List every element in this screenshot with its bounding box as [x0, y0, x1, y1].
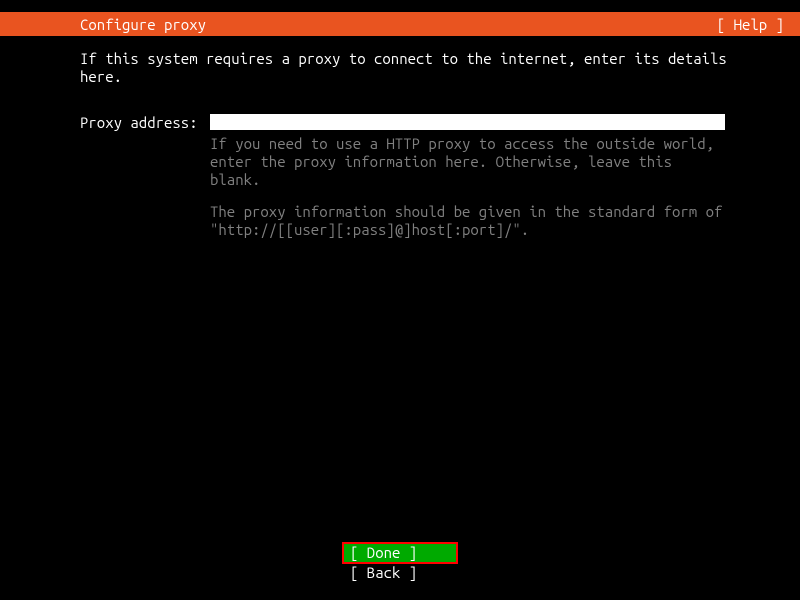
help-text-1: If you need to use a HTTP proxy to acces…	[210, 135, 730, 189]
done-button[interactable]: [ Done ]	[344, 544, 456, 562]
back-button[interactable]: [ Back ]	[344, 564, 456, 582]
proxy-address-label: Proxy address:	[80, 114, 210, 131]
proxy-form-row: Proxy address:	[80, 114, 740, 131]
help-button[interactable]: [ Help ]	[717, 16, 784, 33]
page-title: Configure proxy	[80, 16, 206, 33]
main-content: If this system requires a proxy to conne…	[80, 50, 740, 239]
help-text-2: The proxy information should be given in…	[210, 203, 730, 239]
header-bar: Configure proxy [ Help ]	[0, 12, 800, 36]
description-text: If this system requires a proxy to conne…	[80, 50, 740, 86]
proxy-address-input[interactable]	[210, 114, 725, 130]
footer-buttons: [ Done ] [ Back ]	[0, 544, 800, 582]
